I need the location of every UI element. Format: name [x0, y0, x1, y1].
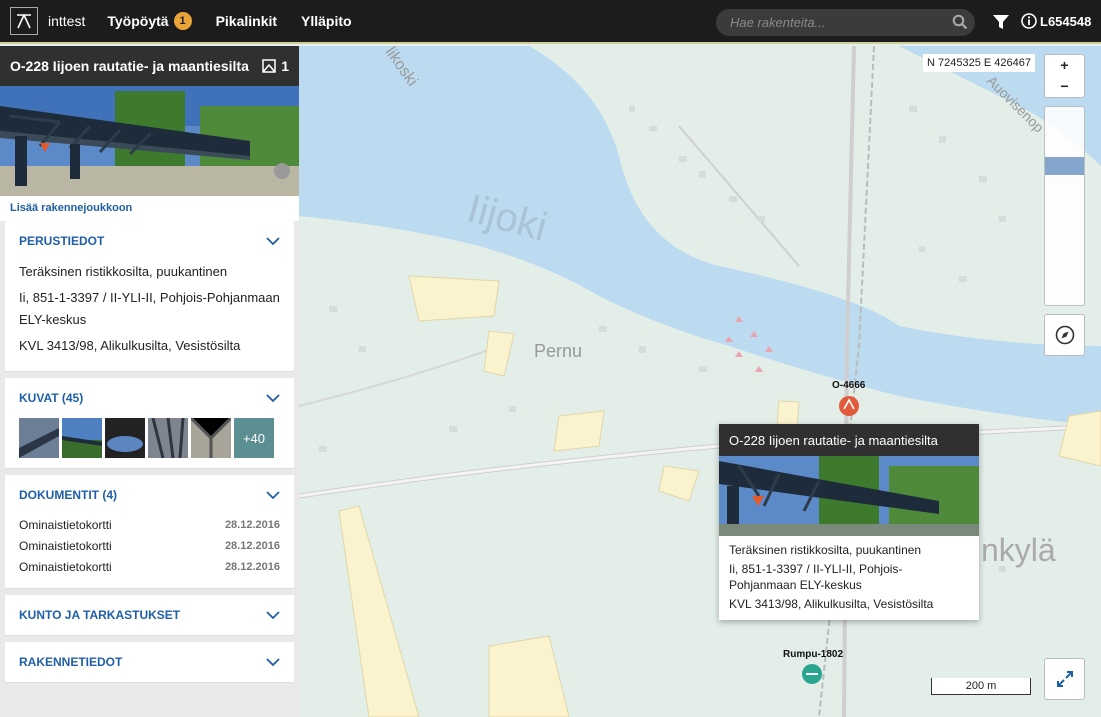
image-thumbnail[interactable]: [191, 418, 231, 458]
image-thumbnail[interactable]: [19, 418, 59, 458]
popup-type: Teräksinen ristikkosilta, puukantinen: [729, 543, 922, 557]
structure-title: O-228 Iijoen rautatie- ja maantiesilta: [10, 58, 249, 74]
user-menu[interactable]: L654548: [1021, 13, 1091, 29]
condition-card: KUNTO JA TARKASTUKSET: [5, 595, 294, 636]
app-logo[interactable]: [10, 7, 38, 35]
popup-class: KVL 3413/98, Alikulkusilta, Vesistösilta: [729, 597, 934, 611]
scale-bar: 200 m: [931, 678, 1031, 695]
document-date: 28.12.2016: [224, 519, 280, 531]
zoom-slider-handle[interactable]: [1045, 157, 1084, 175]
structure-data-header[interactable]: RAKENNETIEDOT: [5, 642, 294, 682]
basic-info-type: Teräksinen ristikkosilta, puukantinen: [19, 264, 228, 279]
document-name: Ominaistietokortti: [19, 518, 112, 532]
nav-quicklinks[interactable]: Pikalinkit: [216, 13, 277, 29]
condition-header[interactable]: KUNTO JA TARKASTUKSET: [5, 595, 294, 635]
structure-popup[interactable]: O-228 Iijoen rautatie- ja maantiesilta T…: [719, 424, 979, 620]
images-card: KUVAT (45) +40: [5, 378, 294, 469]
documents-header[interactable]: DOKUMENTIT (4): [5, 475, 294, 515]
basic-info-header[interactable]: PERUSTIEDOT: [5, 221, 294, 261]
image-icon: [262, 59, 276, 73]
structure-panel: O-228 Iijoen rautatie- ja maantiesilta 1…: [0, 46, 299, 717]
zoom-in-button[interactable]: +: [1045, 55, 1084, 76]
search-icon[interactable]: [952, 14, 968, 30]
nav-workdesk-label: Työpöytä: [107, 13, 169, 29]
marker-label-culvert: Rumpu-1802: [783, 649, 844, 660]
coordinate-readout: N 7245325 E 426467: [923, 54, 1035, 72]
image-thumbnails: +40: [5, 418, 294, 468]
logo-icon: [17, 14, 31, 29]
popup-title: O-228 Iijoen rautatie- ja maantiesilta: [719, 424, 979, 456]
basic-info-location: Ii, 851-1-3397 / II-YLI-II, Pohjois-Pohj…: [19, 290, 280, 327]
map-view[interactable]: Iijoki Pernu nkylä Auovisenop likoski O-…: [299, 46, 1101, 717]
app-name[interactable]: inttest: [48, 13, 85, 29]
chevron-down-icon: [266, 657, 280, 666]
marker-label-bridge: O-4666: [832, 380, 866, 391]
images-title: KUVAT (45): [19, 391, 84, 405]
panel-header: O-228 Iijoen rautatie- ja maantiesilta 1: [0, 46, 299, 86]
search-input[interactable]: [716, 9, 975, 36]
popup-location: Ii, 851-1-3397 / II-YLI-II, Pohjois-Pohj…: [729, 562, 903, 592]
document-date: 28.12.2016: [224, 561, 280, 573]
image-thumbnail[interactable]: [62, 418, 102, 458]
structure-data-card: RAKENNETIEDOT: [5, 642, 294, 683]
image-thumbnail[interactable]: [105, 418, 145, 458]
culvert-marker[interactable]: [801, 663, 823, 685]
chevron-down-icon: [266, 236, 280, 245]
workdesk-badge: 1: [173, 12, 192, 30]
zoom-slider[interactable]: [1044, 106, 1085, 306]
more-images-button[interactable]: +40: [234, 418, 274, 458]
expand-icon: [1056, 671, 1073, 687]
document-name: Ominaistietokortti: [19, 539, 112, 553]
document-row[interactable]: Ominaistietokortti 28.12.2016: [19, 536, 280, 557]
compass-button[interactable]: [1044, 314, 1085, 356]
document-name: Ominaistietokortti: [19, 560, 112, 574]
image-thumbnail[interactable]: [148, 418, 188, 458]
fullscreen-button[interactable]: [1044, 658, 1085, 700]
zoom-controls: + −: [1044, 54, 1085, 98]
nav-maintenance[interactable]: Ylläpito: [301, 13, 352, 29]
map-label-kyla: nkylä: [981, 532, 1056, 568]
image-count-button[interactable]: 1: [262, 58, 289, 74]
chevron-down-icon: [266, 393, 280, 402]
add-to-group-link[interactable]: Lisää rakennejoukkoon: [0, 196, 299, 221]
image-count: 1: [281, 58, 289, 74]
chevron-down-icon: [266, 610, 280, 619]
bridge-marker[interactable]: [838, 395, 860, 417]
document-row[interactable]: Ominaistietokortti 28.12.2016: [19, 557, 280, 578]
documents-card: DOKUMENTIT (4) Ominaistietokortti 28.12.…: [5, 475, 294, 589]
document-row[interactable]: Ominaistietokortti 28.12.2016: [19, 515, 280, 536]
zoom-out-button[interactable]: −: [1045, 76, 1084, 97]
chevron-down-icon: [266, 490, 280, 499]
basic-info-title: PERUSTIEDOT: [19, 234, 105, 248]
documents-title: DOKUMENTIT (4): [19, 488, 117, 502]
nav-workdesk[interactable]: Työpöytä 1: [107, 12, 192, 30]
filter-icon[interactable]: [992, 13, 1010, 31]
condition-title: KUNTO JA TARKASTUKSET: [19, 608, 181, 622]
map-label-pernu: Pernu: [534, 341, 583, 361]
basic-info-class: KVL 3413/98, Alikulkusilta, Vesistösilta: [19, 338, 241, 353]
user-id: L654548: [1040, 13, 1092, 29]
structure-photo[interactable]: [0, 86, 299, 196]
compass-icon: [1055, 325, 1074, 345]
popup-photo[interactable]: [719, 456, 979, 536]
map-canvas: [299, 46, 1101, 717]
top-bar: inttest Työpöytä 1 Pikalinkit Ylläpito L…: [0, 0, 1101, 44]
document-date: 28.12.2016: [224, 540, 280, 552]
images-header[interactable]: KUVAT (45): [5, 378, 294, 418]
info-icon: [1021, 13, 1037, 29]
basic-info-card: PERUSTIEDOT Teräksinen ristikkosilta, pu…: [5, 221, 294, 372]
structure-data-title: RAKENNETIEDOT: [19, 655, 123, 669]
